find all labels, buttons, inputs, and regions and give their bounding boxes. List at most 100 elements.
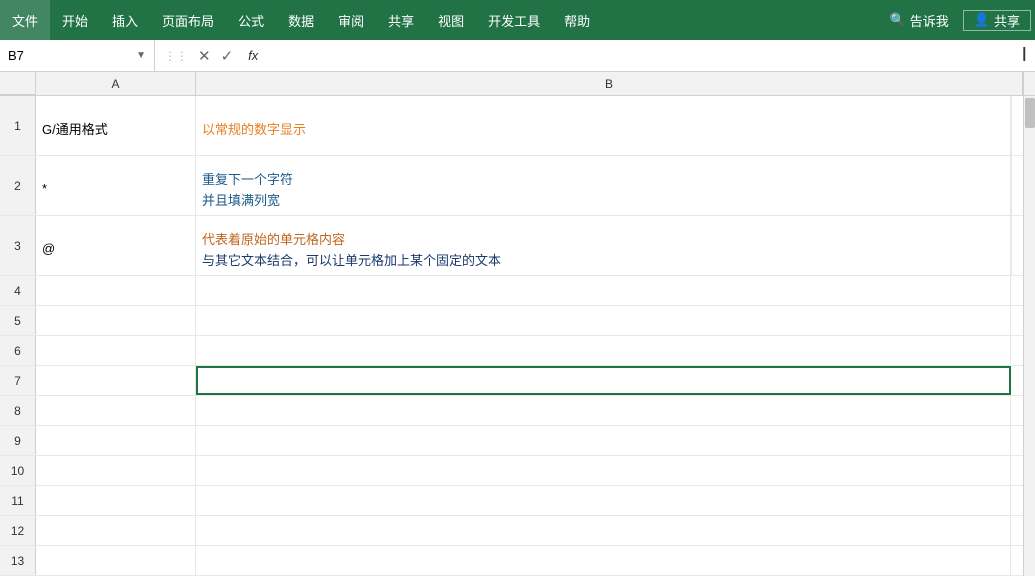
s4 [1011, 276, 1023, 305]
col-header-b[interactable]: B [196, 72, 1023, 95]
vertical-scrollbar[interactable] [1023, 96, 1035, 576]
cell-7-a[interactable] [36, 366, 196, 395]
cell-3-b-line2: 与其它文本结合，可以让单元格加上某个固定的文本 [202, 250, 501, 269]
row-num-10: 10 [0, 456, 36, 485]
table-row: 6 [0, 336, 1023, 366]
row-num-12: 12 [0, 516, 36, 545]
cell-13-b[interactable] [196, 546, 1011, 575]
row-num-6: 6 [0, 336, 36, 365]
cell-1-a[interactable]: G/通用格式 [36, 96, 196, 155]
cell-3-a[interactable]: @ [36, 216, 196, 275]
cell-4-a[interactable] [36, 276, 196, 305]
cell-reference-box[interactable]: B7 ▼ [0, 40, 155, 71]
row-num-1: 1 [0, 96, 36, 155]
cell-5-a[interactable] [36, 306, 196, 335]
table-row: 4 [0, 276, 1023, 306]
formula-cursor: I [1021, 44, 1027, 67]
table-row: 12 [0, 516, 1023, 546]
s8 [1011, 396, 1023, 425]
col-header-a[interactable]: A [36, 72, 196, 95]
cell-2-b-line2: 并且填满列宽 [202, 190, 280, 209]
ribbon-help[interactable]: 帮助 [552, 0, 602, 40]
ribbon-review[interactable]: 审阅 [326, 0, 376, 40]
ribbon-file[interactable]: 文件 [0, 0, 50, 40]
ribbon: 文件 开始 插入 页面布局 公式 数据 审阅 共享 视图 开发工具 帮助 🔍 告… [0, 0, 1035, 40]
table-row: 11 [0, 486, 1023, 516]
s10 [1011, 456, 1023, 485]
ribbon-insert[interactable]: 插入 [100, 0, 150, 40]
table-row: 8 [0, 396, 1023, 426]
s12 [1011, 516, 1023, 545]
table-row: 5 [0, 306, 1023, 336]
cell-6-b[interactable] [196, 336, 1011, 365]
s11 [1011, 486, 1023, 515]
table-row: 1 G/通用格式 以常规的数字显示 [0, 96, 1023, 156]
ribbon-developer[interactable]: 开发工具 [476, 0, 552, 40]
spreadsheet-body: 1 G/通用格式 以常规的数字显示 2 * 重复下一个字符 并且填满列宽 3 [0, 96, 1035, 576]
cell-3-b-line1: 代表着原始的单元格内容 [202, 229, 345, 248]
cell-8-b[interactable] [196, 396, 1011, 425]
ribbon-share[interactable]: 共享 [376, 0, 426, 40]
row-num-2: 2 [0, 156, 36, 215]
cell-9-a[interactable] [36, 426, 196, 455]
row-num-9: 9 [0, 426, 36, 455]
s6 [1011, 336, 1023, 365]
confirm-icon[interactable]: ✓ [218, 47, 237, 65]
s7 [1011, 366, 1023, 395]
table-row: 9 [0, 426, 1023, 456]
scroll-track-1 [1011, 96, 1023, 155]
table-row: 13 [0, 546, 1023, 576]
cell-12-b[interactable] [196, 516, 1011, 545]
cell-1-b-line1: 以常规的数字显示 [202, 119, 306, 138]
column-headers: A B [0, 72, 1035, 96]
ribbon-data[interactable]: 数据 [276, 0, 326, 40]
cell-10-a[interactable] [36, 456, 196, 485]
formula-bar-icons: ⋮⋮ ✕ ✓ fx [155, 47, 272, 65]
cell-2-b-line1: 重复下一个字符 [202, 169, 293, 188]
search-icon: 🔍 [890, 12, 906, 28]
table-row: 10 [0, 456, 1023, 486]
ribbon-user-button[interactable]: 👤 共享 [963, 10, 1031, 31]
cell-12-a[interactable] [36, 516, 196, 545]
table-row: 3 @ 代表着原始的单元格内容 与其它文本结合，可以让单元格加上某个固定的文本 [0, 216, 1023, 276]
ribbon-home[interactable]: 开始 [50, 0, 100, 40]
cell-1-b[interactable]: 以常规的数字显示 [196, 96, 1011, 155]
ribbon-view[interactable]: 视图 [426, 0, 476, 40]
cell-3-b[interactable]: 代表着原始的单元格内容 与其它文本结合，可以让单元格加上某个固定的文本 [196, 216, 1011, 275]
ribbon-user-label: 共享 [994, 11, 1020, 30]
cell-2-a[interactable]: * [36, 156, 196, 215]
cell-5-b[interactable] [196, 306, 1011, 335]
fx-label: fx [240, 48, 266, 63]
cell-4-b[interactable] [196, 276, 1011, 305]
row-num-4: 4 [0, 276, 36, 305]
row-num-7: 7 [0, 366, 36, 395]
row-num-13: 13 [0, 546, 36, 575]
ribbon-formula[interactable]: 公式 [226, 0, 276, 40]
cell-6-a[interactable] [36, 336, 196, 365]
s5 [1011, 306, 1023, 335]
formula-input[interactable] [276, 48, 1031, 63]
ribbon-right-area: 🔍 告诉我 👤 共享 [880, 0, 1035, 40]
ribbon-page-layout[interactable]: 页面布局 [150, 0, 226, 40]
formula-bar-divider-dots: ⋮⋮ [161, 49, 191, 63]
table-row: 7 [0, 366, 1023, 396]
scrollbar-thumb[interactable] [1025, 98, 1035, 128]
scroll-track-3 [1011, 216, 1023, 275]
cell-11-a[interactable] [36, 486, 196, 515]
cell-11-b[interactable] [196, 486, 1011, 515]
cell-ref-dropdown-icon[interactable]: ▼ [136, 50, 146, 61]
cancel-icon[interactable]: ✕ [195, 47, 214, 65]
cell-8-a[interactable] [36, 396, 196, 425]
cell-10-b[interactable] [196, 456, 1011, 485]
s9 [1011, 426, 1023, 455]
cell-7-b[interactable] [196, 366, 1011, 395]
search-label: 告诉我 [910, 11, 949, 30]
table-row: 2 * 重复下一个字符 并且填满列宽 [0, 156, 1023, 216]
cell-2-b[interactable]: 重复下一个字符 并且填满列宽 [196, 156, 1011, 215]
formula-bar: B7 ▼ ⋮⋮ ✕ ✓ fx I [0, 40, 1035, 72]
ribbon-search-area[interactable]: 🔍 告诉我 [880, 11, 959, 30]
cell-9-b[interactable] [196, 426, 1011, 455]
row-num-5: 5 [0, 306, 36, 335]
scroll-track-2 [1011, 156, 1023, 215]
cell-13-a[interactable] [36, 546, 196, 575]
